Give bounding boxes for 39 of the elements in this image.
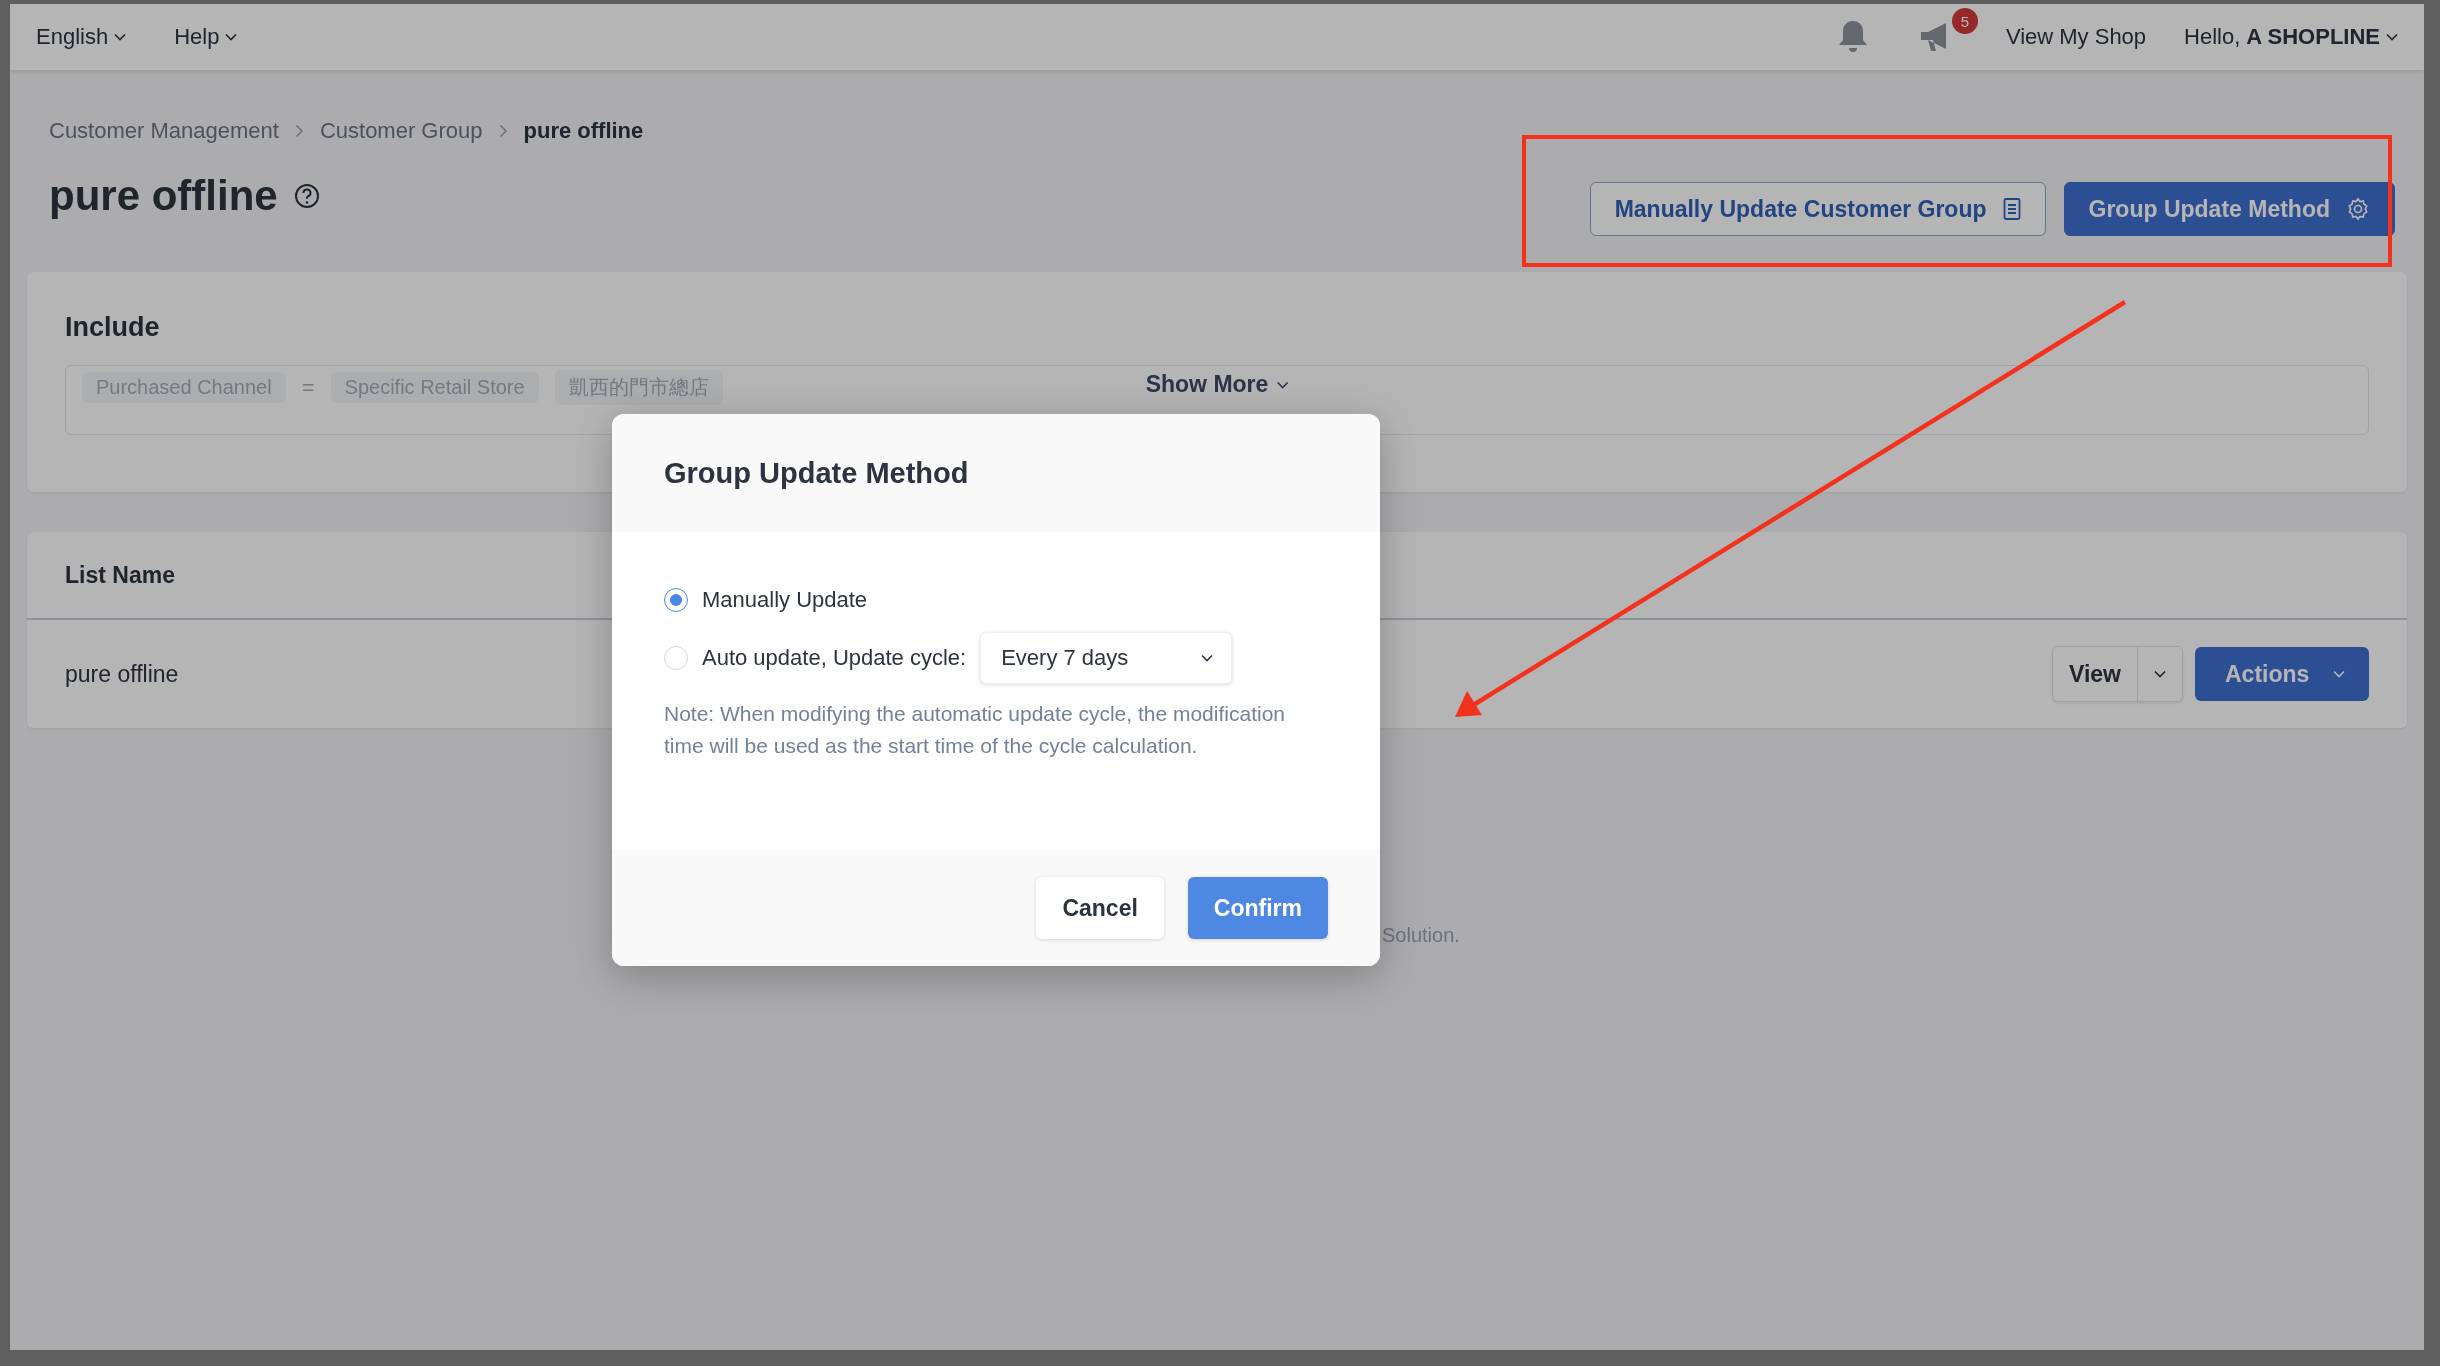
settings-icon <box>2346 197 2370 221</box>
actions-button[interactable]: Actions <box>2195 647 2369 701</box>
breadcrumb-item[interactable]: Customer Group <box>319 118 483 144</box>
breadcrumb-item[interactable]: Customer Management <box>49 118 279 144</box>
notification-badge: 5 <box>1951 8 1978 34</box>
clipboard-icon <box>2002 197 2021 221</box>
chevron-down-icon <box>225 33 238 41</box>
operator-text: = <box>301 374 315 401</box>
section-title: Include <box>65 312 160 343</box>
breadcrumb-item: pure offline <box>523 118 644 144</box>
confirm-button[interactable]: Confirm <box>1187 877 1328 939</box>
chevron-down-icon <box>1276 380 1289 389</box>
chevron-right-icon <box>498 124 508 138</box>
view-shop-link[interactable]: View My Shop <box>2005 24 2147 50</box>
cycle-select[interactable]: Every 7 days <box>980 632 1233 684</box>
chevron-down-icon <box>2333 670 2345 678</box>
column-header: List Name <box>65 561 175 589</box>
option-label[interactable]: Manually Update <box>702 587 868 613</box>
header-button[interactable]: Manually Update Customer Group <box>1589 182 2046 236</box>
menu-dropdown[interactable]: Help <box>174 24 238 50</box>
chevron-down-icon <box>2154 670 2166 678</box>
view-button[interactable]: View <box>2053 647 2138 701</box>
show-more-link[interactable]: Show More <box>1139 370 1295 399</box>
account-menu[interactable]: Hello, A SHOPLINE <box>2184 24 2398 50</box>
empty-state-text: Solution. <box>1382 924 1460 947</box>
chevron-right-icon <box>294 124 304 138</box>
page-title: pure offline <box>49 172 278 220</box>
chevron-down-icon <box>114 33 127 41</box>
help-icon[interactable] <box>293 183 320 209</box>
option-label[interactable]: Auto update, Update cycle: <box>702 645 967 671</box>
chevron-down-icon <box>2386 33 2398 41</box>
list-name: pure offline <box>65 660 179 688</box>
note-text: Note: When modifying the automatic update cycle, the modification time will be used as the start time of the cycle calculation. <box>664 701 1286 759</box>
menu-dropdown[interactable]: English <box>36 24 127 50</box>
dialog-title: Group Update Method <box>664 456 969 490</box>
radio-button[interactable] <box>664 588 688 612</box>
header-button[interactable]: Group Update Method <box>2063 182 2395 236</box>
chevron-down-icon <box>1201 654 1214 662</box>
cancel-button[interactable]: Cancel <box>1036 877 1164 939</box>
